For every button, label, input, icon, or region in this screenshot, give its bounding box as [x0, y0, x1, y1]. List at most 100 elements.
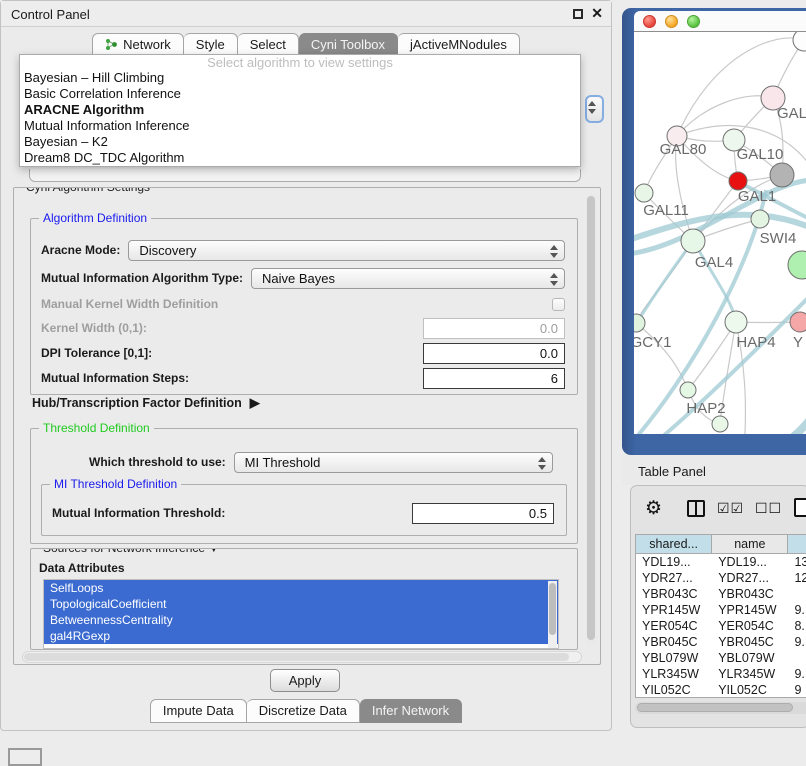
cell: YBR043C	[636, 586, 712, 602]
dpi-tolerance-label: DPI Tolerance [0,1]:	[41, 346, 152, 360]
dropdown-items: Bayesian – Hill ClimbingBasic Correlatio…	[20, 70, 580, 166]
gear-icon[interactable]: ⚙	[645, 498, 662, 520]
network-graph[interactable]: GALGAL80GAL10GAL1GAL11SWI4GAL4GCY1HAP4YH…	[634, 32, 806, 434]
table-horizontal-scrollbar[interactable]	[635, 702, 806, 714]
list-item[interactable]: BetweennessCentrality	[44, 612, 558, 628]
network-node-hap2[interactable]	[680, 382, 696, 398]
table-row[interactable]: YDR27...YDR27...12	[636, 570, 806, 586]
table-panel: ⚙ ☑☑ ☐☐ shared...name YDL19...YDL19...13…	[630, 485, 806, 728]
settings-horizontal-scrollbar[interactable]	[22, 651, 582, 663]
table-combo-fragment[interactable]	[29, 169, 581, 182]
network-node-gal11[interactable]	[635, 184, 653, 202]
minimized-panel-icon[interactable]	[8, 748, 42, 766]
threshold-legend: Threshold Definition	[39, 421, 154, 435]
stepper-icon	[549, 273, 557, 286]
dropdown-item[interactable]: Basic Correlation Inference	[20, 86, 580, 102]
tab-impute-data[interactable]: Impute Data	[150, 699, 247, 723]
close-traffic-light-icon[interactable]	[643, 15, 656, 28]
column-header[interactable]: shared...	[636, 535, 712, 553]
list-item[interactable]: gal4RGexp	[44, 628, 558, 644]
network-node[interactable]	[712, 416, 728, 432]
network-node[interactable]	[788, 251, 806, 279]
tab-label: Cyni Toolbox	[311, 37, 385, 52]
network-node[interactable]	[793, 32, 806, 51]
cyni-settings-group: Cyni Algorithm Settings Algorithm Defini…	[13, 187, 601, 665]
algorithm-combo-fragment[interactable]	[585, 95, 604, 123]
aracne-mode-select[interactable]: Discovery	[128, 240, 565, 261]
list-item[interactable]: SelfLoops	[44, 580, 558, 596]
cell: YIL052C	[636, 682, 712, 698]
mi-threshold-input[interactable]: 0.5	[412, 503, 554, 524]
collapse-down-icon: ▼	[208, 548, 219, 555]
dropdown-item[interactable]: Bayesian – Hill Climbing	[20, 70, 580, 86]
data-attributes-list[interactable]: SelfLoopsTopologicalCoefficientBetweenne…	[43, 579, 559, 649]
apply-button[interactable]: Apply	[270, 669, 340, 692]
tab-infer-network[interactable]: Infer Network	[360, 699, 462, 723]
table-row[interactable]: YBR045CYBR045C9.	[636, 634, 806, 650]
tab-discretize-data[interactable]: Discretize Data	[247, 699, 360, 723]
control-panel: Control Panel ✕ NetworkStyleSelectCyni T…	[0, 0, 612, 731]
dropdown-item[interactable]: Mutual Information Inference	[20, 118, 580, 134]
node-label: HAP4	[736, 334, 775, 351]
table-panel-strip: Table Panel	[622, 455, 806, 485]
table-row[interactable]: YBR043CYBR043C	[636, 586, 806, 602]
settings-vertical-scrollbar[interactable]	[586, 194, 596, 646]
table-row[interactable]: YDL19...YDL19...13	[636, 554, 806, 570]
panel-title: Control Panel	[11, 7, 90, 22]
hub-definition-toggle[interactable]: Hub/Transcription Factor Definition ▶	[32, 395, 260, 411]
close-icon[interactable]: ✕	[591, 5, 603, 22]
table-row[interactable]: YER054CYER054C8.	[636, 618, 806, 634]
deselect-all-icon[interactable]: ☐☐	[755, 500, 782, 517]
sources-title: Sources for Network Inference	[43, 548, 205, 555]
network-icon	[105, 38, 118, 51]
list-scrollbar[interactable]	[548, 581, 557, 649]
network-node-hap4[interactable]	[725, 311, 747, 333]
dropdown-item[interactable]: ARACNE Algorithm	[20, 102, 580, 118]
dropdown-prompt: Select algorithm to view settings	[20, 55, 580, 70]
dpi-tolerance-input[interactable]: 0.0	[423, 343, 565, 364]
cell: YBR043C	[712, 586, 788, 602]
settings-vscroll-thumb[interactable]	[587, 196, 595, 640]
table-row[interactable]: YLR345WYLR345W9.	[636, 666, 806, 682]
select-all-icon[interactable]: ☑☑	[717, 500, 744, 517]
network-node-gal4[interactable]	[681, 229, 705, 253]
table-header-row: shared...name	[635, 534, 806, 553]
sources-group: Sources for Network Inference ▼ Data Att…	[30, 548, 578, 650]
manual-kernel-checkbox[interactable]	[552, 298, 565, 311]
attr-items: SelfLoopsTopologicalCoefficientBetweenne…	[44, 580, 558, 644]
float-window-icon[interactable]	[573, 9, 583, 19]
minimize-traffic-light-icon[interactable]	[665, 15, 678, 28]
table-rows: YDL19...YDL19...13YDR27...YDR27...12YBR0…	[635, 553, 806, 698]
table-row[interactable]: YBL079WYBL079W	[636, 650, 806, 666]
network-node-y[interactable]	[790, 312, 806, 332]
network-canvas[interactable]: GALGAL80GAL10GAL1GAL11SWI4GAL4GCY1HAP4YH…	[634, 31, 806, 434]
kernel-width-input[interactable]: 0.0	[423, 318, 565, 339]
dropdown-item[interactable]: Bayesian – K2	[20, 134, 580, 150]
cell: YIL052C	[712, 682, 788, 698]
list-item[interactable]: TopologicalCoefficient	[44, 596, 558, 612]
zoom-traffic-light-icon[interactable]	[687, 15, 700, 28]
import-table-icon[interactable]	[794, 498, 806, 517]
mi-steps-input[interactable]: 6	[423, 368, 565, 389]
data-attributes-label: Data Attributes	[39, 561, 125, 575]
mi-threshold-legend: MI Threshold Definition	[50, 477, 181, 491]
mi-algorithm-type-select[interactable]: Naive Bayes	[251, 268, 565, 289]
table-row[interactable]: YIL052CYIL052C9	[636, 682, 806, 698]
list-scroll-thumb[interactable]	[549, 583, 556, 635]
node-label: GAL10	[737, 146, 784, 163]
table-row[interactable]: YPR145WYPR145W9.	[636, 602, 806, 618]
network-node[interactable]	[770, 163, 794, 187]
dropdown-item[interactable]: Dream8 DC_TDC Algorithm	[20, 150, 580, 166]
tab-label: Network	[123, 37, 171, 52]
sources-legend[interactable]: Sources for Network Inference ▼	[39, 548, 223, 555]
network-node-swi4[interactable]	[751, 210, 769, 228]
table-hscroll-thumb[interactable]	[637, 703, 793, 712]
cell: YER054C	[636, 618, 712, 634]
column-header[interactable]	[788, 535, 806, 553]
which-threshold-select[interactable]: MI Threshold	[234, 452, 553, 473]
columns-icon[interactable]	[687, 500, 705, 517]
settings-hscroll-thumb[interactable]	[24, 653, 569, 661]
bottom-tabs: Impute DataDiscretize DataInfer Network	[1, 699, 611, 723]
column-header[interactable]: name	[712, 535, 788, 553]
mi-type-label: Mutual Information Algorithm Type:	[41, 271, 243, 285]
